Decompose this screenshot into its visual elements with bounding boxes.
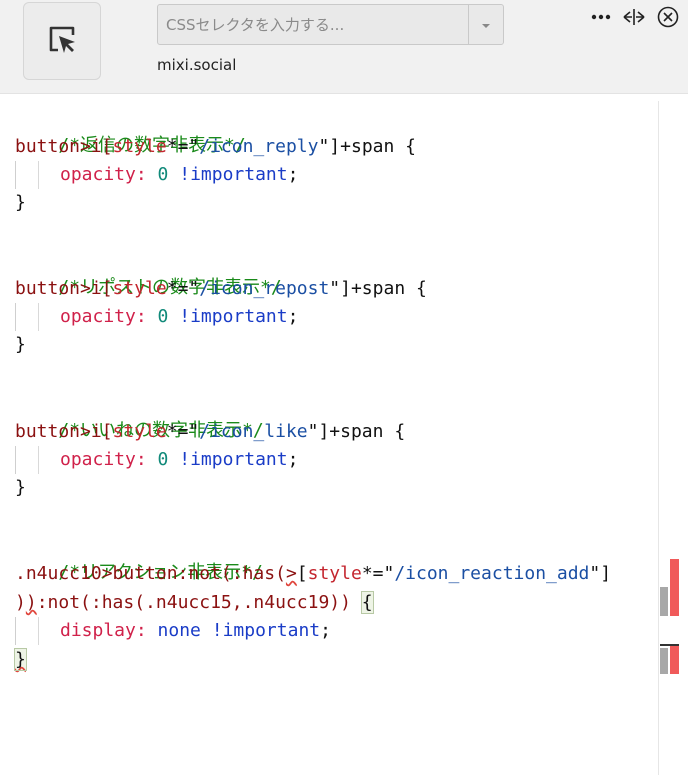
indent-guide (15, 303, 16, 331)
host-name: mixi.social (157, 56, 237, 74)
code-line: /*返信の数字非表示*/ (58, 135, 246, 156)
code-line: /*リアクション非表示*/ (58, 562, 263, 583)
code-line: /*リポストの数字非表示*/ (58, 277, 282, 298)
indent-guide (15, 161, 16, 189)
indent-guide (15, 446, 16, 474)
element-picker-button[interactable] (23, 2, 101, 80)
code-line: /*いいねの数字非表示*/ (58, 420, 264, 441)
resize-horizontal-icon[interactable] (622, 6, 646, 28)
editor-scrollbar[interactable] (658, 101, 688, 775)
code-line: } (15, 334, 26, 355)
css-code-editor[interactable]: /*返信の数字非表示*/ button>i[style*="/icon_repl… (0, 94, 658, 775)
error-marker (670, 646, 679, 674)
indent-guide (38, 303, 39, 331)
code-line: display: none !important; (60, 620, 331, 641)
code-line: opacity: 0 !important; (60, 306, 299, 327)
close-circle-icon[interactable] (656, 6, 680, 28)
scroll-thumb[interactable] (660, 587, 668, 616)
css-selector-combobox[interactable] (157, 4, 504, 45)
selector-dropdown-button[interactable] (468, 5, 503, 44)
css-selector-input[interactable] (158, 5, 468, 44)
code-line: } (15, 192, 26, 213)
chevron-down-icon (480, 15, 492, 34)
code-line: button>i[style*="/icon_repost"]+span { (15, 278, 427, 299)
code-line: } (15, 477, 26, 498)
code-line: )):not(:has(.n4ucc15,.n4ucc19)) { (15, 591, 374, 614)
indent-guide (38, 617, 39, 645)
scroll-region-marker (660, 648, 668, 674)
error-marker (670, 559, 679, 616)
code-line: button>i[style*="/icon_reply"]+span { (15, 136, 417, 157)
code-line: button>i[style*="/icon_like"]+span { (15, 421, 406, 442)
inspector-toolbar: mixi.social (0, 0, 688, 94)
indent-guide (38, 161, 39, 189)
code-line: opacity: 0 !important; (60, 449, 299, 470)
indent-guide (38, 446, 39, 474)
code-line: .n4ucc10>button:not(:has(>[style*="/icon… (15, 563, 612, 584)
code-line: } (14, 648, 27, 671)
more-horizontal-icon[interactable] (590, 6, 612, 28)
cursor-select-icon (45, 22, 79, 60)
code-line: opacity: 0 !important; (60, 164, 299, 185)
indent-guide (15, 617, 16, 645)
